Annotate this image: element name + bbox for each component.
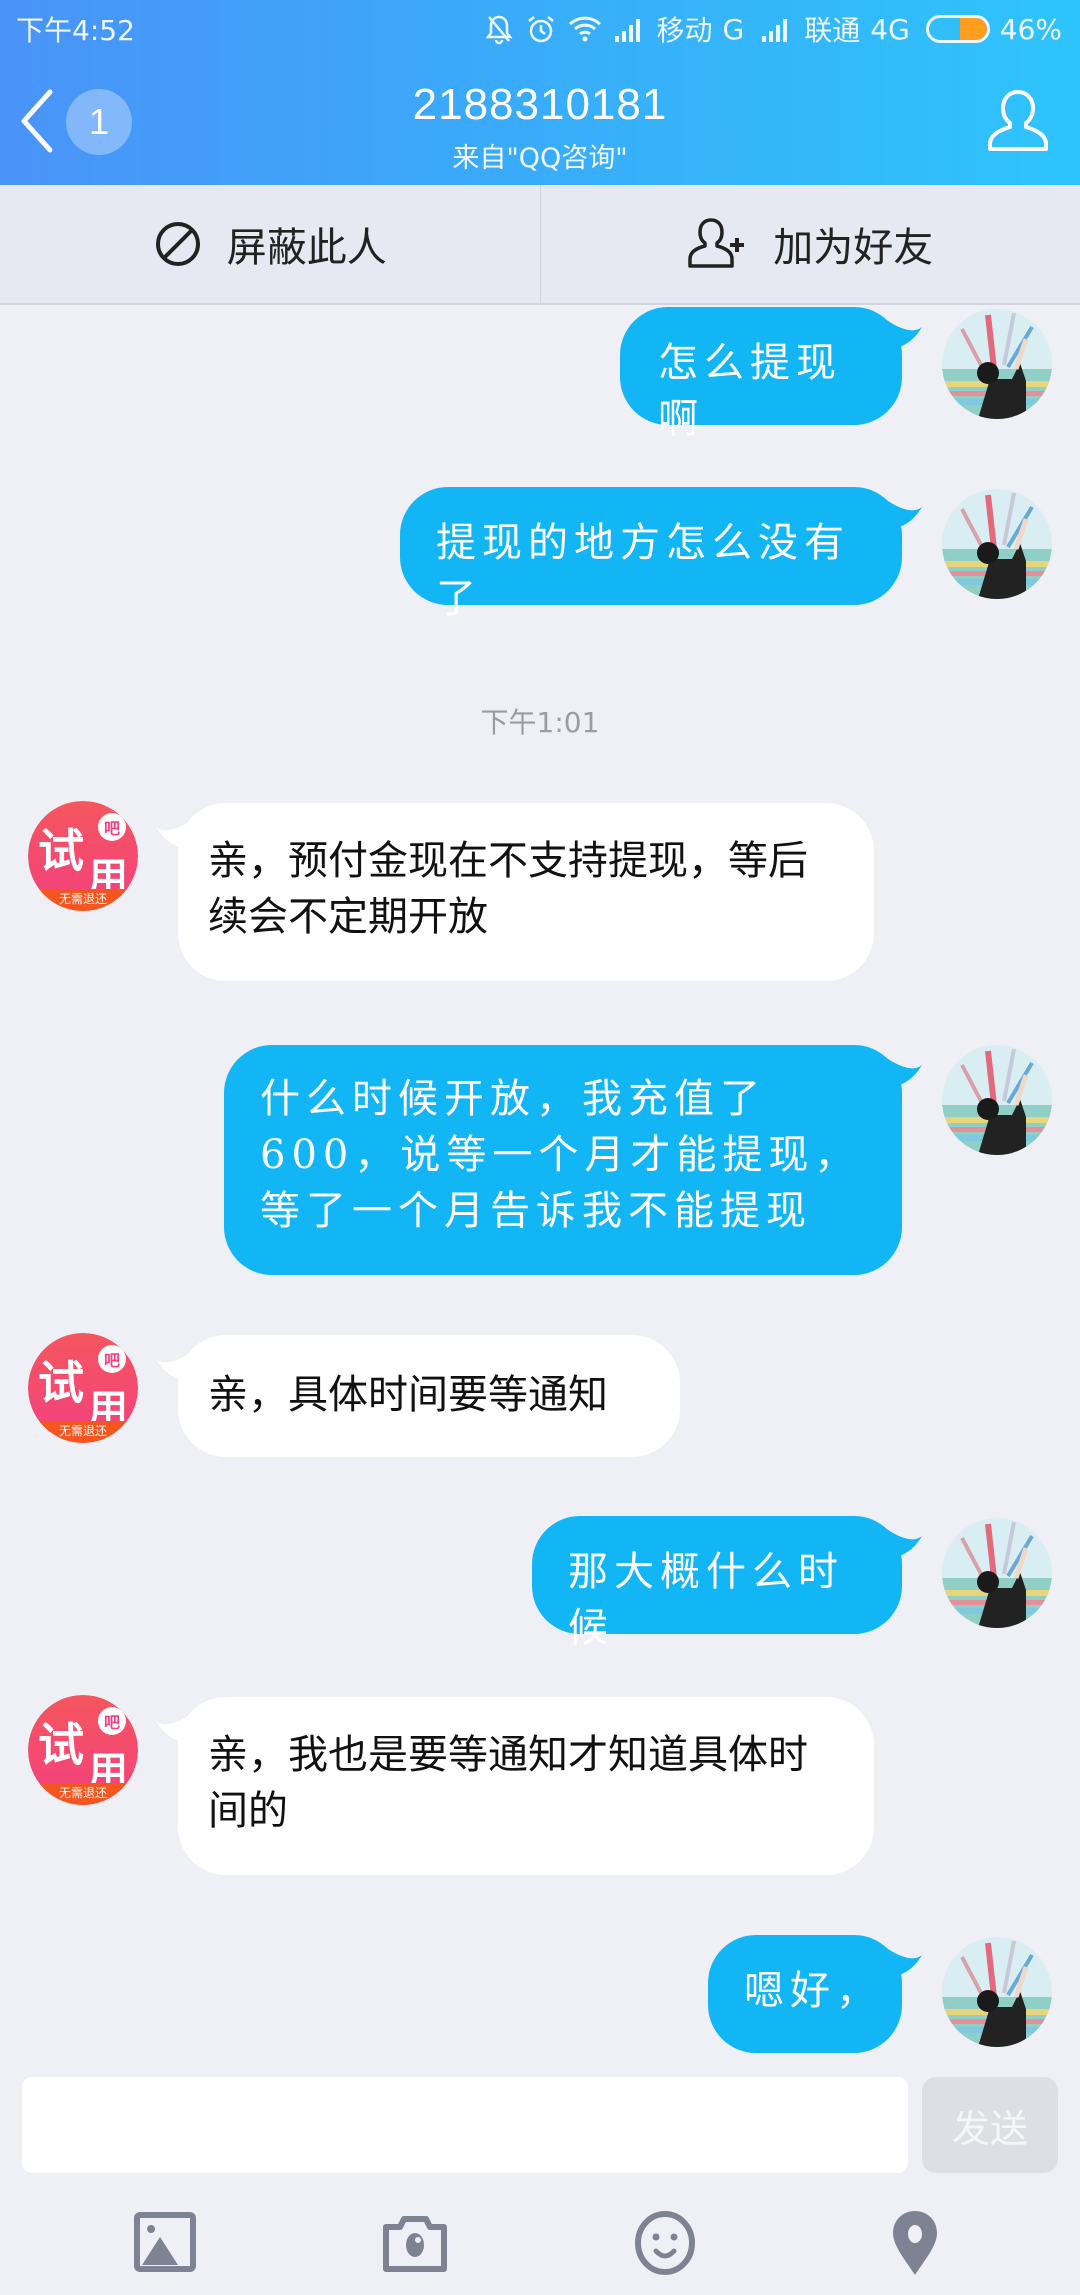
incoming-message[interactable]: 亲，预付金现在不支持提现，等后续会不定期开放 — [156, 803, 874, 981]
message-text: 怎么提现啊 — [658, 340, 842, 442]
bubble-tail — [882, 317, 922, 353]
chat-subtitle: 来自"QQ咨询" — [452, 143, 628, 174]
bubble-tail — [156, 817, 196, 850]
message-text: 亲，具体时间要等通知 — [208, 1372, 608, 1418]
emoji-icon[interactable] — [630, 2207, 700, 2277]
message-text: 那大概什么时候 — [568, 1549, 844, 1651]
top-bar: 下午4:52 移动 G 联通 4G 46% 1 2188310181 来自"QQ… — [0, 0, 1080, 185]
my-avatar[interactable] — [942, 1937, 1052, 2047]
avatar-logo: 试用吧无需退还 — [28, 1333, 138, 1443]
my-avatar[interactable] — [942, 489, 1052, 599]
avatar-photo — [942, 1518, 1052, 1628]
outgoing-message[interactable]: 嗯好， — [708, 1935, 922, 2053]
avatar-photo — [942, 1045, 1052, 1155]
avatar-photo — [942, 309, 1052, 419]
block-icon — [155, 222, 200, 266]
network2-label: 4G — [870, 12, 910, 46]
message-text: 亲，我也是要等通知才知道具体时间的 — [208, 1732, 808, 1834]
status-icons: 移动 G 联通 4G 46% — [483, 9, 1062, 49]
chat-title: 2188310181 — [412, 80, 668, 129]
mute-icon — [485, 15, 513, 45]
input-toolbar — [0, 2197, 1080, 2287]
location-icon[interactable] — [880, 2207, 950, 2277]
my-avatar[interactable] — [942, 309, 1052, 419]
avatar-logo: 试用吧无需退还 — [28, 801, 138, 911]
message-text: 亲，预付金现在不支持提现，等后续会不定期开放 — [208, 838, 808, 940]
message-text: 什么时候开放，我充值了600，说等一个月才能提现，等了一个月告诉我不能提现 — [260, 1076, 861, 1234]
send-button[interactable]: 发送 — [922, 2077, 1058, 2173]
bubble-tail — [882, 1055, 922, 1088]
carrier1-label: 移动 — [656, 14, 713, 47]
status-time: 下午4:52 — [16, 14, 135, 47]
battery-percent: 46% — [999, 12, 1062, 46]
add-friend-label: 加为好友 — [773, 225, 934, 271]
bubble-tail — [156, 1349, 196, 1382]
my-avatar[interactable] — [942, 1045, 1052, 1155]
avatar-photo — [942, 1937, 1052, 2047]
add-friend-icon — [688, 218, 745, 268]
add-friend-button[interactable]: 加为好友 — [539, 185, 1080, 303]
wifi-icon — [568, 16, 601, 42]
signal-icon — [614, 19, 640, 42]
contact-avatar[interactable]: 试用吧无需退还 — [28, 1333, 138, 1443]
image-icon[interactable] — [130, 2207, 200, 2277]
message-list[interactable]: 怎么提现啊 提现的地方怎么没有了 下午1:01 试用吧无需退还 亲，预付金现在不… — [0, 307, 1080, 2077]
input-bar: 发送 — [0, 2077, 1080, 2295]
network1-label: G — [722, 12, 745, 46]
battery-icon — [925, 15, 990, 43]
battery-level-fill — [960, 18, 987, 40]
bubble-tail — [156, 1711, 196, 1744]
outgoing-message[interactable]: 怎么提现啊 — [620, 307, 922, 442]
incoming-message[interactable]: 亲，我也是要等通知才知道具体时间的 — [156, 1697, 874, 1875]
navigation-bar: 1 2188310181 来自"QQ咨询" — [0, 58, 1080, 185]
bubble-tail — [882, 1945, 922, 1978]
message-timestamp: 下午1:01 — [480, 706, 600, 739]
avatar-logo: 试用吧无需退还 — [28, 1695, 138, 1805]
stranger-action-bar: 屏蔽此人 加为好友 — [0, 185, 1080, 305]
status-bar: 下午4:52 移动 G 联通 4G 46% — [0, 0, 1080, 58]
message-input[interactable] — [22, 2077, 908, 2173]
contact-avatar[interactable]: 试用吧无需退还 — [28, 1695, 138, 1805]
outgoing-message[interactable]: 什么时候开放，我充值了600，说等一个月才能提现，等了一个月告诉我不能提现 — [224, 1045, 922, 1275]
camera-icon[interactable] — [380, 2207, 450, 2277]
outgoing-message[interactable]: 提现的地方怎么没有了 — [400, 487, 922, 622]
carrier2-label: 联通 — [804, 14, 861, 47]
incoming-message[interactable]: 亲，具体时间要等通知 — [156, 1335, 680, 1457]
block-user-button[interactable]: 屏蔽此人 — [0, 185, 540, 303]
block-user-label: 屏蔽此人 — [226, 225, 387, 271]
outgoing-message[interactable]: 那大概什么时候 — [532, 1516, 922, 1651]
bubble-tail — [882, 1526, 922, 1559]
message-text: 嗯好， — [744, 1968, 882, 2014]
contact-avatar[interactable]: 试用吧无需退还 — [28, 801, 138, 911]
message-text: 提现的地方怎么没有了 — [436, 520, 850, 622]
avatar-photo — [942, 489, 1052, 599]
bubble-tail — [882, 497, 922, 530]
profile-button[interactable] — [984, 86, 1052, 156]
signal-icon — [762, 19, 788, 42]
my-avatar[interactable] — [942, 1518, 1052, 1628]
alarm-icon — [527, 16, 554, 43]
